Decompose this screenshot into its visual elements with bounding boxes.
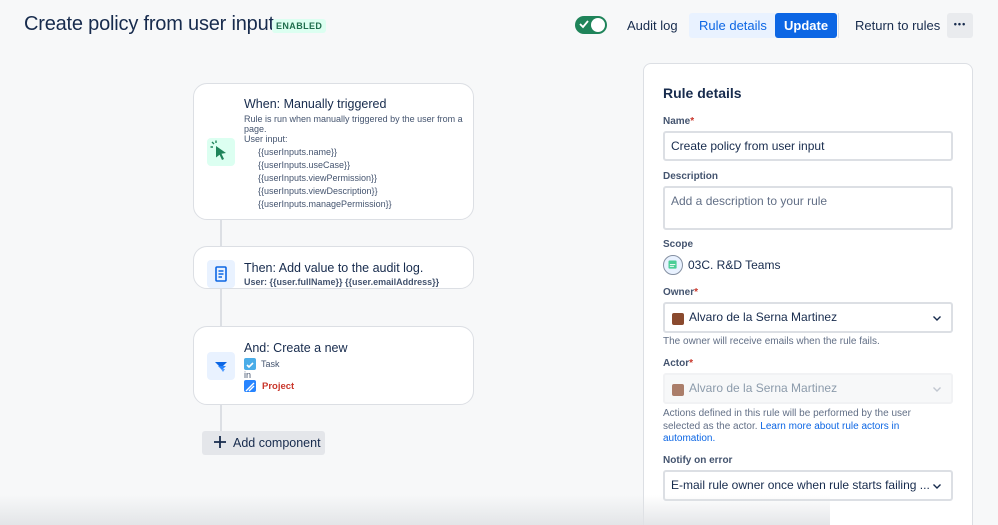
actor-label-text: Actor <box>663 358 690 369</box>
panel-title: Rule details <box>663 85 742 101</box>
more-icon: ••• <box>953 19 967 29</box>
plus-icon <box>214 436 226 448</box>
trigger-icon <box>207 138 235 166</box>
cursor-click-icon <box>210 140 226 160</box>
add-component-button[interactable]: Add component <box>202 431 325 455</box>
trigger-description: Rule is run when manually triggered by t… <box>244 114 463 134</box>
task-type-icon <box>244 358 256 370</box>
rule-details-button[interactable]: Rule details <box>689 13 777 38</box>
connector-line <box>220 288 222 327</box>
owner-value: Alvaro de la Serna Martinez <box>689 310 838 324</box>
list-item: {{userInputs.managePermission}} <box>258 199 392 209</box>
name-field[interactable]: Create policy from user input <box>663 131 953 161</box>
status-badge: ENABLED <box>272 19 327 33</box>
chevron-down-icon <box>933 387 941 392</box>
description-field[interactable]: Add a description to your rule <box>663 186 953 230</box>
chevron-down-icon <box>933 484 941 489</box>
jira-icon <box>215 362 227 372</box>
owner-select[interactable]: Alvaro de la Serna Martinez <box>663 302 953 333</box>
notify-value: E-mail rule owner once when rule starts … <box>671 478 930 492</box>
document-icon <box>215 266 227 282</box>
more-actions-button[interactable]: ••• <box>947 13 973 38</box>
avatar <box>672 313 684 325</box>
check-icon <box>579 20 589 29</box>
notify-label: Notify on error <box>663 455 733 466</box>
project-avatar-icon <box>245 382 255 392</box>
scope-icon <box>663 255 683 275</box>
create-issue-action-card[interactable]: And: Create a new Task in Project <box>193 326 474 405</box>
rule-enabled-toggle[interactable] <box>575 16 607 34</box>
required-marker: * <box>689 358 694 369</box>
owner-label: Owner* <box>663 287 698 298</box>
header-divider <box>838 13 839 38</box>
description-label: Description <box>663 171 719 182</box>
name-label: Name* <box>663 116 694 127</box>
add-component-label: Add component <box>233 436 321 450</box>
owner-label-text: Owner <box>663 287 695 298</box>
rule-details-panel: Rule details Name* Create policy from us… <box>643 63 973 525</box>
connector-line <box>220 404 222 432</box>
list-item: {{userInputs.viewPermission}} <box>258 173 378 183</box>
audit-log-button[interactable]: Audit log <box>617 13 688 38</box>
list-item: {{userInputs.useCase}} <box>258 160 351 170</box>
owner-help-text: The owner will receive emails when the r… <box>663 336 880 347</box>
required-marker: * <box>690 116 695 127</box>
project-scope-icon <box>668 260 677 269</box>
name-label-text: Name <box>663 116 691 127</box>
list-item: {{userInputs.viewDescription}} <box>258 186 378 196</box>
create-action-title: And: Create a new <box>244 341 348 355</box>
list-item: {{userInputs.name}} <box>258 147 338 157</box>
page-title: Create policy from user input <box>24 13 274 35</box>
connector-line <box>220 219 222 247</box>
user-input-list: {{userInputs.name}} {{userInputs.useCase… <box>258 146 392 211</box>
avatar <box>672 384 684 396</box>
actor-label: Actor* <box>663 358 693 369</box>
update-button[interactable]: Update <box>775 13 838 38</box>
project-name: Project <box>262 381 295 392</box>
audit-icon <box>207 260 235 288</box>
in-label: in <box>244 370 252 380</box>
project-icon <box>244 380 256 392</box>
trigger-card[interactable]: When: Manually triggered Rule is run whe… <box>193 83 474 220</box>
audit-action-title: Then: Add value to the audit log. <box>244 261 424 275</box>
issue-type-label: Task <box>261 359 280 369</box>
actor-help-text: Actions defined in this rule will be per… <box>663 408 923 446</box>
trigger-title: When: Manually triggered <box>244 97 387 111</box>
toggle-knob <box>591 18 605 32</box>
trigger-inputs-label: User input: <box>244 134 288 144</box>
scope-value: 03C. R&D Teams <box>688 258 781 272</box>
page-header: Create policy from user input ENABLED Au… <box>0 0 998 52</box>
create-icon <box>207 352 235 380</box>
scope-label: Scope <box>663 239 694 250</box>
audit-action-subtitle: User: {{user.fullName}} {{user.emailAddr… <box>244 277 440 287</box>
audit-log-action-card[interactable]: Then: Add value to the audit log. User: … <box>193 246 474 289</box>
actor-select[interactable]: Alvaro de la Serna Martinez <box>663 373 953 404</box>
chevron-down-icon <box>933 316 941 321</box>
return-to-rules-button[interactable]: Return to rules <box>845 13 950 38</box>
actor-value: Alvaro de la Serna Martinez <box>689 381 838 395</box>
required-marker: * <box>694 287 699 298</box>
bottom-shadow <box>0 495 830 525</box>
